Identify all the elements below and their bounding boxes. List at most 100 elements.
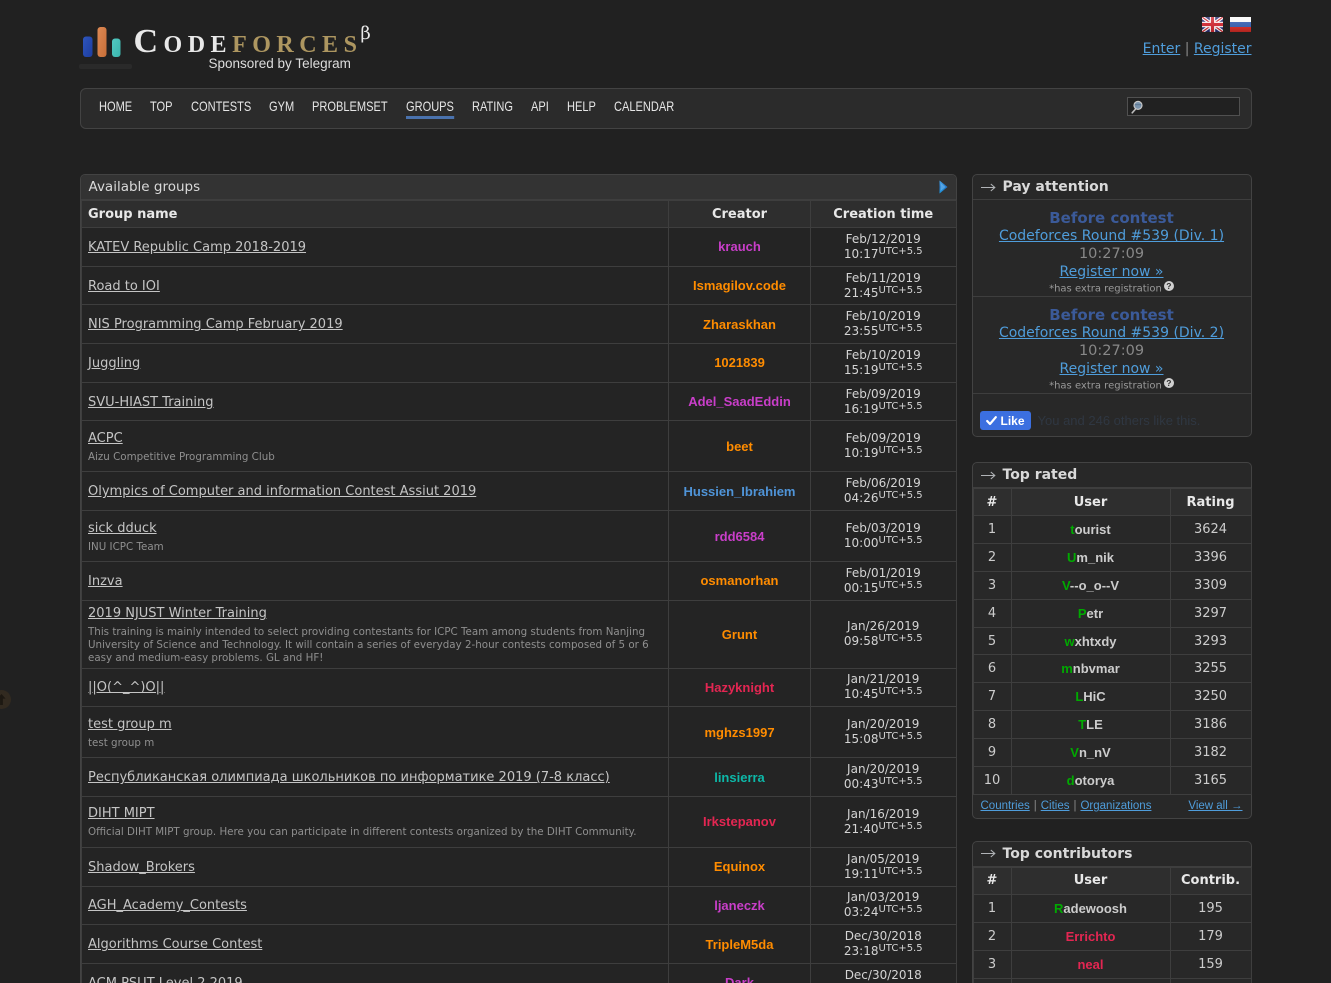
creator-link[interactable]: Adel_SaadEddin (688, 394, 791, 409)
scroll-top-button[interactable] (0, 690, 11, 709)
group-row: Road to IOIIsmagilov.codeFeb/11/201921:4… (81, 266, 956, 305)
group-link[interactable]: Juggling (88, 356, 140, 371)
enter-link[interactable]: Enter (1143, 41, 1181, 57)
group-link[interactable]: AGH_Academy_Contests (88, 898, 247, 913)
group-link[interactable]: ACPC (88, 431, 123, 446)
creation-time: Feb/01/201900:15UTC+5.5 (811, 562, 957, 601)
contest-link[interactable]: Codeforces Round #539 (Div. 1) (999, 228, 1224, 244)
user-link[interactable]: mnbvmar (1011, 655, 1170, 683)
logo-beta: β (360, 23, 370, 44)
register-now-link[interactable]: Register now » (1060, 361, 1164, 377)
creation-time: Feb/09/201916:19UTC+5.5 (811, 382, 957, 421)
top-rated-table: # User Rating 1tourist36242Um_nik33963V-… (973, 488, 1252, 795)
group-link[interactable]: Road to IOI (88, 279, 160, 294)
footer-link-countries[interactable]: Countries (981, 800, 1030, 812)
search-input[interactable] (1144, 100, 1236, 114)
user-link[interactable]: Um_nik (1011, 543, 1170, 571)
group-link[interactable]: Algorithms Course Contest (88, 937, 262, 952)
group-link[interactable]: test group m (88, 717, 172, 732)
register-link[interactable]: Register (1194, 41, 1252, 57)
timezone-sup: UTC+5.5 (878, 866, 922, 877)
codeforces-logo[interactable]: Codeforcesβ Sponsored by Telegram (83, 27, 371, 71)
contest-link[interactable]: Codeforces Round #539 (Div. 2) (999, 325, 1224, 341)
logo-wordmark: Codeforcesβ (134, 27, 371, 57)
user-link[interactable] (1011, 978, 1170, 983)
footer-link-organizations[interactable]: Organizations (1080, 800, 1151, 812)
creator-link[interactable]: Equinox (714, 859, 765, 874)
user-link[interactable]: Petr (1011, 599, 1170, 627)
nav-link-calendar[interactable]: CALENDAR (614, 98, 674, 119)
flag-uk-icon[interactable] (1202, 17, 1223, 32)
group-link[interactable]: Shadow_Brokers (88, 860, 195, 875)
user-link[interactable]: V--o_o--V (1011, 571, 1170, 599)
nav-link-contests[interactable]: CONTESTS (191, 98, 251, 119)
flag-ru-icon[interactable] (1230, 17, 1251, 32)
user-link[interactable]: tourist (1011, 516, 1170, 544)
user-link[interactable]: wxhtxdy (1011, 627, 1170, 655)
user-link[interactable]: LHiC (1011, 683, 1170, 711)
nav-link-api[interactable]: API (531, 98, 549, 119)
user-row: 3neal159 (973, 950, 1251, 978)
user-link[interactable]: TLE (1011, 711, 1170, 739)
group-link[interactable]: sick dduck (88, 521, 157, 536)
creator-link[interactable]: rdd6584 (715, 529, 765, 544)
search-box (1127, 97, 1240, 116)
creator-link[interactable]: Ismagilov.code (693, 278, 786, 293)
creator-link[interactable]: 1021839 (714, 355, 765, 370)
user-link[interactable]: Vn_nV (1011, 739, 1170, 767)
auth-links: Enter | Register (1143, 41, 1252, 57)
user-link[interactable]: Radewoosh (1011, 894, 1170, 922)
view-all-link[interactable]: View all → (1188, 800, 1242, 812)
creator-link[interactable]: ljaneczk (714, 898, 765, 913)
group-link[interactable]: ||O(^_^)O|| (88, 680, 164, 695)
group-link[interactable]: 2019 NJUST Winter Training (88, 606, 267, 621)
pay-attention-box: Pay attention Before contestCodeforces R… (972, 174, 1252, 437)
page-header: Codeforcesβ Sponsored by Telegram (80, 0, 1252, 88)
group-link[interactable]: KATEV Republic Camp 2018-2019 (88, 240, 306, 255)
user-link[interactable]: neal (1011, 950, 1170, 978)
user-link[interactable]: Errichto (1011, 922, 1170, 950)
creator-link[interactable]: mghzs1997 (704, 725, 774, 740)
creator-link[interactable]: TripleM5da (706, 937, 774, 952)
group-link[interactable]: DIHT MIPT (88, 806, 155, 821)
value-cell: 179 (1170, 922, 1251, 950)
user-link[interactable]: dotorya (1011, 767, 1170, 795)
group-link[interactable]: Olympics of Computer and information Con… (88, 484, 476, 499)
timezone-sup: UTC+5.5 (878, 633, 922, 644)
creator-link[interactable]: linsierra (714, 770, 765, 785)
group-row: ||O(^_^)O||HazyknightJan/21/201910:45UTC… (81, 668, 956, 707)
nav-link-top[interactable]: TOP (150, 98, 173, 119)
nav-link-problemset[interactable]: PROBLEMSET (312, 98, 388, 119)
group-link[interactable]: SVU-HIAST Training (88, 395, 213, 410)
creator-link[interactable]: krauch (718, 239, 761, 254)
nav-link-help[interactable]: HELP (567, 98, 596, 119)
help-icon[interactable]: ? (1164, 281, 1174, 291)
creator-link[interactable]: Zharaskhan (703, 317, 776, 332)
nav-link-rating[interactable]: RATING (472, 98, 513, 119)
timezone-sup: UTC+5.5 (878, 904, 922, 915)
top-contributors-title: Top contributors (1003, 846, 1133, 862)
register-now-link[interactable]: Register now » (1060, 264, 1164, 280)
creator-link[interactable]: beet (726, 439, 753, 454)
group-link[interactable]: ACM PSUT Level 2 2019 (88, 976, 243, 983)
like-button[interactable]: Like (980, 411, 1031, 430)
group-link[interactable]: Inzva (88, 574, 123, 589)
creator-link[interactable]: Hussien_Ibrahiem (684, 484, 796, 499)
creator-link[interactable]: osmanorhan (700, 573, 778, 588)
footer-link-cities[interactable]: Cities (1041, 800, 1070, 812)
nav-link-groups[interactable]: GROUPS (406, 98, 454, 119)
user-row: 8TLE3186 (973, 711, 1251, 739)
groups-arrow-icon[interactable] (939, 180, 948, 194)
nav-link-gym[interactable]: GYM (269, 98, 294, 119)
nav-link-home[interactable]: HOME (99, 98, 132, 119)
creator-link[interactable]: Irkstepanov (703, 814, 776, 829)
group-link[interactable]: Республиканская олимпиада школьников по … (88, 770, 610, 785)
creator-link[interactable]: Dark (725, 975, 754, 983)
help-icon[interactable]: ? (1164, 378, 1174, 388)
top-rated-box: Top rated # User Rating 1tourist36242Um_… (972, 462, 1252, 819)
creator-link[interactable]: Hazyknight (705, 680, 774, 695)
top-rated-footer: Countries|Cities|Organizations View all … (973, 795, 1251, 818)
creator-link[interactable]: Grunt (722, 627, 757, 642)
user-row: 2Um_nik3396 (973, 543, 1251, 571)
group-link[interactable]: NIS Programming Camp February 2019 (88, 317, 343, 332)
